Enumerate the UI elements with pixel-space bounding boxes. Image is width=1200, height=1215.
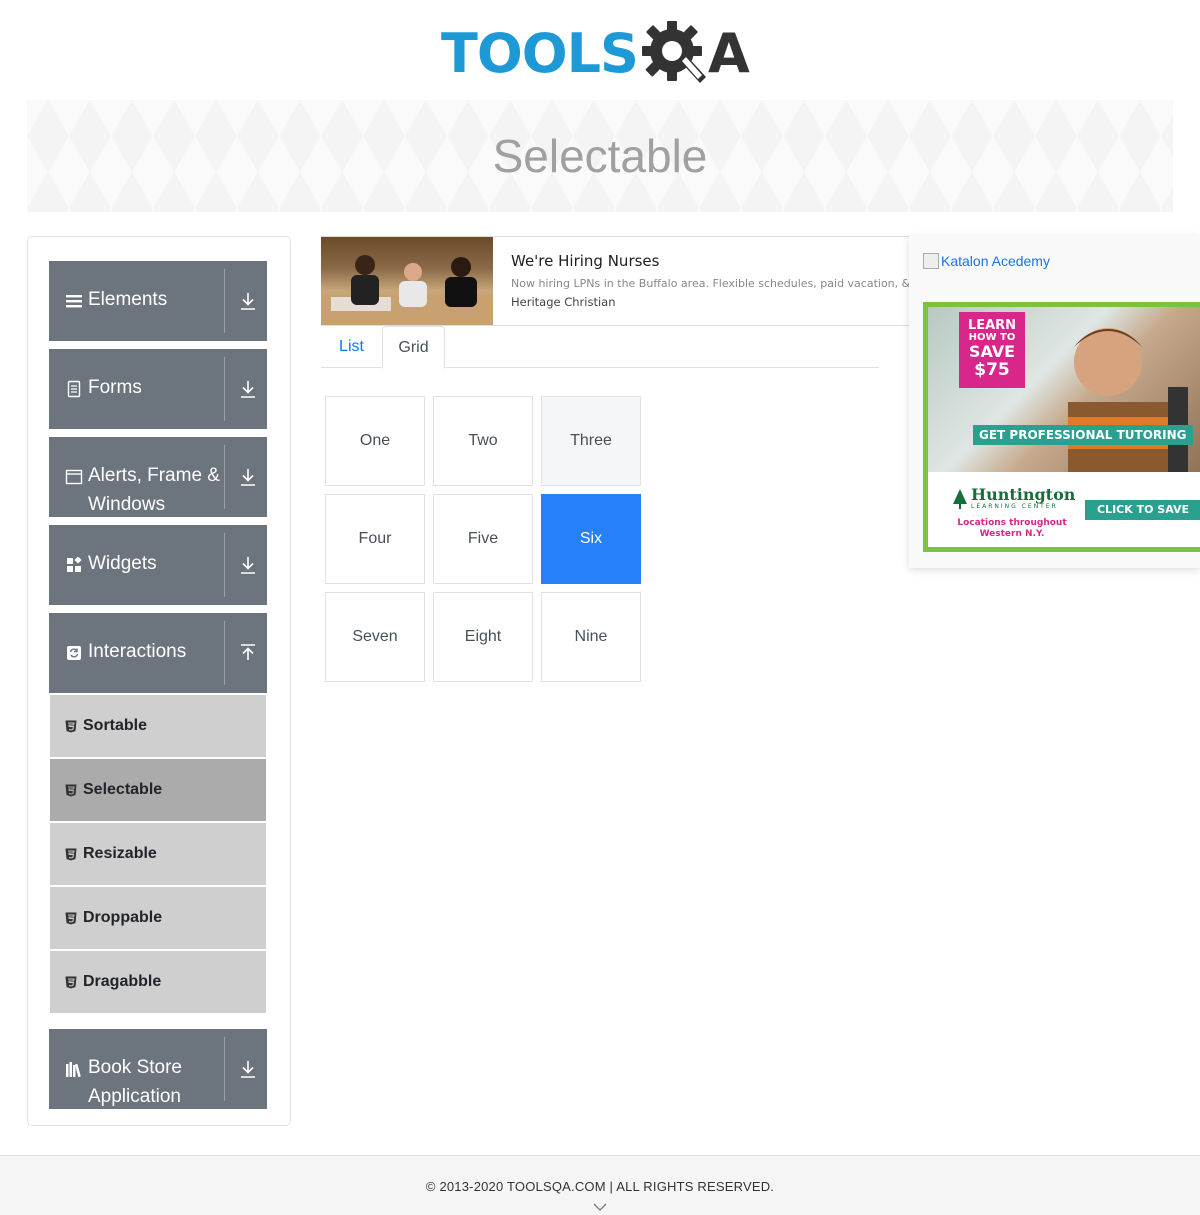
upload-icon[interactable] (239, 643, 257, 663)
books-icon (66, 1062, 81, 1078)
sidebar-group-label: Elements (88, 289, 168, 310)
chevron-down-icon[interactable] (593, 1202, 607, 1212)
divider (224, 1037, 225, 1101)
interactions-icon (67, 646, 81, 660)
sidebar-item-selectable[interactable]: Selectable (50, 759, 266, 821)
sidebar-item-resizable[interactable]: Resizable (50, 823, 266, 885)
sidebar-item-label: Selectable (83, 781, 163, 798)
ad-description: Now hiring LPNs in the Buffalo area. Fle… (511, 277, 910, 290)
sidebar-group-interactions[interactable]: Interactions (49, 613, 267, 693)
tree-icon (953, 488, 967, 509)
promo-badge: LEARN HOW TO SAVE $75 (959, 312, 1025, 388)
html5-icon (65, 848, 77, 860)
ad-image (321, 237, 493, 325)
tab-list[interactable]: List (321, 326, 382, 369)
promo-line-4: $75 (974, 359, 1010, 380)
grid-cell-six[interactable]: Six (541, 494, 641, 584)
window-icon (65, 469, 83, 485)
download-icon[interactable] (239, 291, 257, 311)
huntington-logo: Huntington LEARNING CENTER (952, 487, 1075, 510)
sidebar-group-label: Alerts, Frame & Windows (88, 465, 220, 515)
sidebar-item-label: Dragabble (83, 973, 162, 990)
katalon-ad-link[interactable]: Katalon Acedemy (923, 253, 1050, 269)
sidebar-group-forms[interactable]: Forms (49, 349, 267, 429)
logo-tools-text: TOOLS (441, 21, 639, 85)
sidebar-group-label: Widgets (88, 553, 157, 574)
grid-cell-eight[interactable]: Eight (433, 592, 533, 682)
grid-cell-four[interactable]: Four (325, 494, 425, 584)
footer: © 2013-2020 TOOLSQA.COM | ALL RIGHTS RES… (0, 1155, 1200, 1215)
katalon-ad-alt-text: Katalon Acedemy (941, 253, 1050, 269)
ad-source: Heritage Christian (511, 295, 616, 309)
html5-icon (65, 976, 77, 988)
grid-cell-three[interactable]: Three (541, 396, 641, 486)
download-icon[interactable] (239, 555, 257, 575)
sidebar-item-label: Resizable (83, 845, 157, 862)
sidebar-group-label: Interactions (88, 641, 187, 662)
sidebar-group-widgets[interactable]: Widgets (49, 525, 267, 605)
grid-cell-one[interactable]: One (325, 396, 425, 486)
page-banner: Selectable (27, 100, 1173, 212)
copyright-text: © 2013-2020 TOOLSQA.COM | ALL RIGHTS RES… (425, 1179, 775, 1194)
html5-icon (65, 720, 77, 732)
brand-subtitle: LEARNING CENTER (971, 503, 1058, 510)
ad-title[interactable]: We're Hiring Nurses (511, 252, 659, 270)
ad-photo-graphic (321, 255, 493, 325)
sidebar-item-label: Sortable (83, 717, 148, 734)
page-title: Selectable (492, 130, 708, 182)
sidebar-group-label: Book Store Application (88, 1057, 182, 1107)
promo-line-1: LEARN (967, 318, 1017, 333)
logo-gear-q: A (640, 17, 750, 91)
download-icon[interactable] (239, 1059, 257, 1079)
sponsored-ad[interactable]: We're Hiring Nurses Now hiring LPNs in t… (321, 236, 910, 326)
grid-cell-seven[interactable]: Seven (325, 592, 425, 682)
divider (224, 445, 225, 509)
tab-grid[interactable]: Grid (382, 326, 445, 369)
widgets-icon (67, 556, 82, 572)
divider (224, 269, 225, 333)
grid-cell-two[interactable]: Two (433, 396, 533, 486)
document-icon (67, 380, 81, 398)
ad-tagline: GET PROFESSIONAL TUTORING (973, 425, 1193, 445)
sidebar: Elements Forms Alerts, Frame & Windows W… (27, 236, 291, 1126)
sidebar-group-alerts-frame-windows[interactable]: Alerts, Frame & Windows (49, 437, 267, 517)
click-to-save-button[interactable]: CLICK TO SAVE (1085, 500, 1200, 520)
download-icon[interactable] (239, 379, 257, 399)
side-ad[interactable]: Katalon Acedemy D LEARN HOW TO SAVE $75 … (909, 236, 1200, 568)
sidebar-group-book-store[interactable]: Book Store Application (49, 1029, 267, 1109)
html5-icon (65, 912, 77, 924)
html5-icon (65, 784, 77, 796)
tutoring-ad-banner[interactable]: LEARN HOW TO SAVE $75 GET PROFESSIONAL T… (923, 302, 1200, 552)
divider (224, 533, 225, 597)
sidebar-item-dragabble[interactable]: Dragabble (50, 951, 266, 1013)
grid-cell-five[interactable]: Five (433, 494, 533, 584)
sidebar-group-label: Forms (88, 377, 142, 398)
brand-name: Huntington (971, 485, 1076, 504)
sidebar-group-elements[interactable]: Elements (49, 261, 267, 341)
download-icon[interactable] (239, 467, 257, 487)
tab-bar: List Grid (321, 326, 879, 369)
sidebar-item-sortable[interactable]: Sortable (50, 695, 266, 757)
broken-image-icon (923, 253, 939, 269)
toolsqa-logo[interactable]: TOOLS A (441, 16, 766, 91)
sidebar-item-droppable[interactable]: Droppable (50, 887, 266, 949)
hamburger-icon (66, 295, 82, 308)
divider (224, 621, 225, 685)
sidebar-item-label: Droppable (83, 909, 163, 926)
ad-location: Locations throughout Western N.Y. (957, 518, 1067, 539)
gear-icon (641, 20, 706, 83)
logo-a-text: A (707, 21, 750, 85)
promo-line-3: SAVE (968, 342, 1016, 361)
grid-cell-nine[interactable]: Nine (541, 592, 641, 682)
divider (224, 357, 225, 421)
